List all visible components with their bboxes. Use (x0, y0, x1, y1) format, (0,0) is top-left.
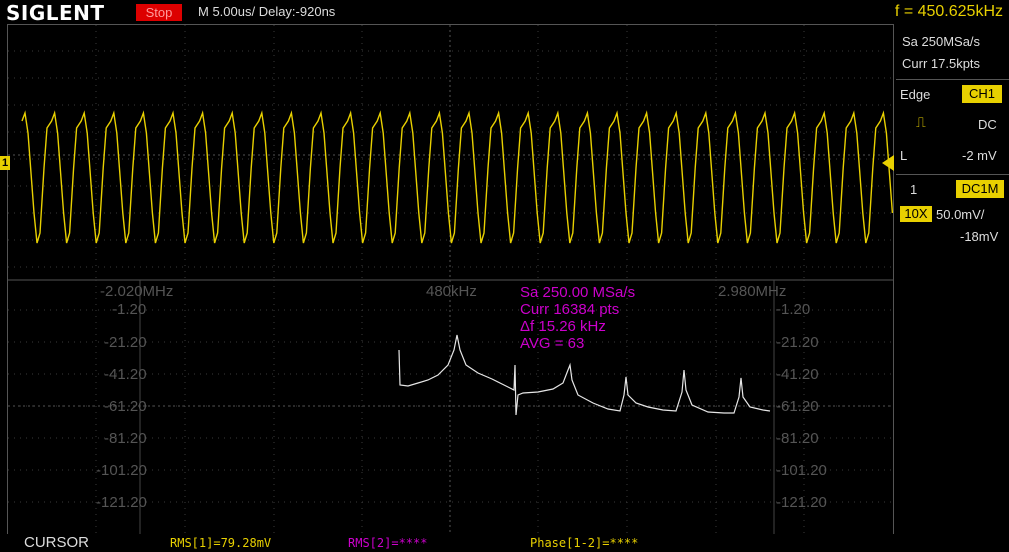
trigger-source[interactable]: CH1 (962, 85, 1002, 103)
fft-y-label: -21.20 (104, 334, 147, 351)
fft-points: Curr 16384 pts (520, 301, 620, 318)
frequency-readout: f = 450.625kHz (894, 3, 1003, 20)
trigger-level-label: L (900, 148, 908, 163)
right-info-panel: Sa 250MSa/s Curr 17.5kpts Edge CH1 ⎍ DC … (896, 24, 1009, 284)
rising-edge-icon: ⎍ (916, 114, 926, 130)
timebase-readout[interactable]: M 5.00us/ Delay:-920ns (198, 4, 335, 19)
volts-per-div[interactable]: 50.0mV/ (936, 207, 984, 222)
phase-readout: Phase[1-2]=**** (530, 536, 639, 550)
fft-y-label-right: -1.20 (776, 301, 811, 318)
brand-logo: SIGLENT (6, 1, 105, 25)
waveform-display[interactable]: -2.020MHz 480kHz 2.980MHz -1.20 -21.20 -… (7, 24, 894, 535)
sample-rate: Sa 250MSa/s (902, 34, 981, 49)
top-status-bar: SIGLENT Stop M 5.00us/ Delay:-920ns f = … (0, 0, 1009, 25)
fft-y-label-right: -41.20 (776, 366, 819, 383)
channel-number[interactable]: 1 (910, 182, 917, 197)
trigger-level-value[interactable]: -2 mV (962, 148, 997, 163)
rms2-readout: RMS[2]=**** (348, 536, 428, 550)
fft-x-label-left: -2.020MHz (100, 283, 174, 300)
fft-y-label: -121.20 (96, 494, 147, 511)
fft-info-box: Sa 250.00 MSa/s Curr 16384 pts Δf 15.26 … (520, 284, 635, 352)
fft-y-label-right: -61.20 (776, 398, 819, 415)
fft-y-label-right: -21.20 (776, 334, 819, 351)
trigger-level-marker[interactable] (882, 155, 894, 171)
fft-sample-rate: Sa 250.00 MSa/s (520, 284, 636, 301)
fft-x-label-right: 2.980MHz (718, 283, 787, 300)
probe-attenuation[interactable]: 10X (900, 206, 932, 222)
fft-y-label-right: -121.20 (776, 494, 827, 511)
rms1-readout: RMS[1]=79.28mV (170, 536, 272, 550)
ch1-offset-marker[interactable]: 1 (0, 156, 10, 170)
fft-average: AVG = 63 (520, 335, 585, 352)
fft-y-label: -61.20 (104, 398, 147, 415)
panel-divider (896, 79, 1009, 80)
fft-y-label: -1.20 (112, 301, 147, 318)
menu-cursor-label[interactable]: CURSOR (24, 534, 89, 551)
fft-x-label-center: 480kHz (426, 283, 477, 300)
fft-resolution: Δf 15.26 kHz (520, 318, 606, 335)
memory-depth: Curr 17.5kpts (902, 56, 981, 71)
fft-y-label: -101.20 (96, 462, 147, 479)
run-stop-status[interactable]: Stop (136, 4, 182, 21)
fft-y-label: -41.20 (104, 366, 147, 383)
fft-y-label: -81.20 (104, 430, 147, 447)
fft-y-label-right: -101.20 (776, 462, 827, 479)
fft-y-label-right: -81.20 (776, 430, 819, 447)
channel-offset[interactable]: -18mV (960, 229, 998, 244)
trigger-type[interactable]: Edge (900, 87, 930, 102)
panel-divider (896, 174, 1009, 175)
channel-coupling[interactable]: DC1M (956, 180, 1004, 198)
bottom-measure-bar: CURSOR RMS[1]=79.28mV RMS[2]=**** Phase[… (0, 534, 1009, 552)
grid-svg (8, 25, 893, 534)
trigger-coupling[interactable]: DC (978, 117, 997, 132)
